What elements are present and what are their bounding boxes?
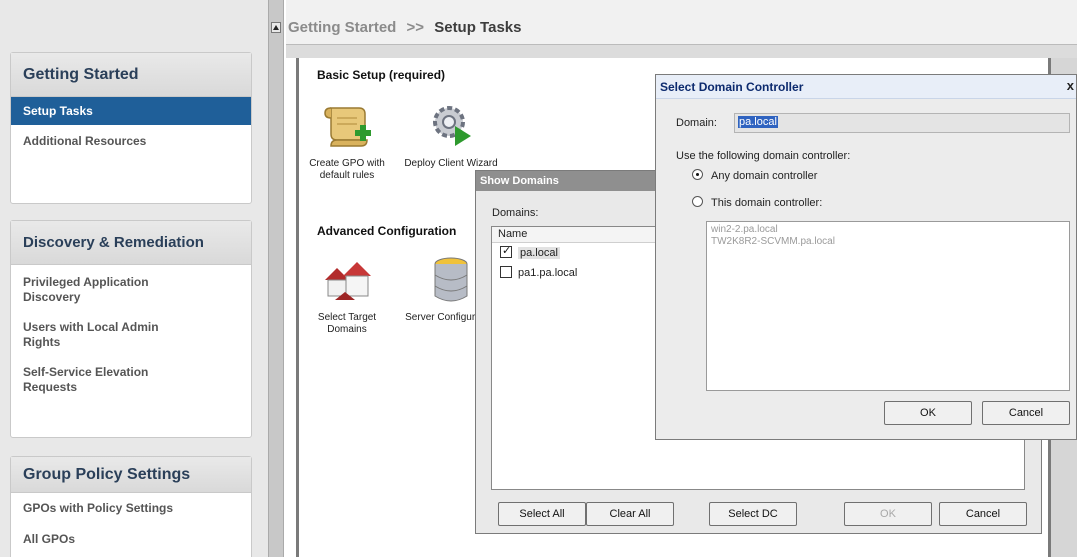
domain-name: pa1.pa.local [518, 267, 578, 279]
sidebar: Getting Started Setup Tasks Additional R… [0, 0, 268, 557]
close-icon[interactable]: x [1067, 78, 1074, 93]
breadcrumb-current: Setup Tasks [434, 19, 522, 36]
domains-label: Domains: [492, 207, 539, 219]
domain-field[interactable]: pa.local [734, 113, 1070, 133]
radio-label: Any domain controller [711, 170, 818, 182]
pane-splitter[interactable] [268, 0, 284, 557]
panel-discovery-remediation: Discovery & Remediation Privileged Appli… [10, 220, 252, 438]
sidebar-item-all-gpos[interactable]: All GPOs [11, 532, 251, 547]
select-all-button[interactable]: Select All [498, 502, 586, 526]
task-label: Create GPO with default rules [309, 158, 385, 181]
panel-title-discovery[interactable]: Discovery & Remediation [11, 221, 251, 265]
breadcrumb-separator: >> [406, 19, 425, 36]
sidebar-item-setup-tasks[interactable]: Setup Tasks [11, 97, 251, 125]
sidebar-item-self-service-elevation[interactable]: Self-Service Elevation Requests [11, 365, 201, 395]
basic-setup-title: Basic Setup (required) [317, 68, 446, 82]
panel-group-policy: Group Policy Settings GPOs with Policy S… [10, 456, 252, 557]
gear-play-icon [433, 106, 471, 146]
database-icon [434, 257, 468, 302]
panel-getting-started: Getting Started Setup Tasks Additional R… [10, 52, 252, 204]
ok-button[interactable]: OK [844, 502, 932, 526]
cancel-button[interactable]: Cancel [939, 502, 1027, 526]
domain-value: pa.local [738, 116, 778, 128]
use-dc-label: Use the following domain controller: [676, 150, 851, 162]
select-dc-titlebar[interactable]: Select Domain Controller [656, 75, 1076, 99]
sidebar-item-additional-resources[interactable]: Additional Resources [11, 134, 251, 149]
panel-title-getting-started[interactable]: Getting Started [11, 53, 251, 97]
ok-button[interactable]: OK [884, 401, 972, 425]
scroll-add-icon [324, 107, 371, 147]
task-deploy-client[interactable]: Deploy Client Wizard [401, 100, 501, 170]
radio-button[interactable] [692, 169, 703, 180]
collapse-arrow-icon[interactable] [271, 22, 281, 33]
clear-all-button[interactable]: Clear All [586, 502, 674, 526]
breadcrumb-parent[interactable]: Getting Started [288, 19, 396, 36]
radio-any-dc[interactable]: Any domain controller [692, 169, 817, 182]
controllers-list[interactable]: win2-2.pa.local TW2K8R2-SCVMM.pa.local [706, 221, 1070, 391]
domain-checkbox[interactable] [500, 244, 512, 258]
select-dc-button[interactable]: Select DC [709, 502, 797, 526]
radio-label: This domain controller: [711, 197, 823, 209]
sidebar-item-gpos-policy-settings[interactable]: GPOs with Policy Settings [11, 501, 251, 516]
domain-name: pa.local [518, 247, 560, 259]
task-label: Deploy Client Wizard [404, 158, 498, 169]
sidebar-item-local-admin-rights[interactable]: Users with Local Admin Rights [11, 320, 201, 350]
domain-checkbox[interactable] [500, 266, 512, 278]
task-label: Select Target Domains [317, 312, 377, 335]
header-divider [286, 44, 1077, 58]
radio-button[interactable] [692, 196, 703, 207]
domain-label: Domain: [676, 117, 717, 129]
panel-title-group-policy[interactable]: Group Policy Settings [11, 457, 251, 493]
list-item[interactable]: TW2K8R2-SCVMM.pa.local [711, 236, 1065, 248]
select-dc-title: Select Domain Controller [660, 80, 804, 94]
breadcrumb: Getting Started >> Setup Tasks [286, 0, 1077, 44]
task-select-target-domains[interactable]: Select Target Domains [297, 254, 397, 336]
task-create-gpo[interactable]: Create GPO with default rules [297, 100, 397, 182]
cancel-button[interactable]: Cancel [982, 401, 1070, 425]
houses-icon [325, 262, 371, 300]
radio-this-dc[interactable]: This domain controller: [692, 196, 822, 209]
list-item[interactable]: win2-2.pa.local [711, 224, 1065, 236]
sidebar-item-privileged-app-discovery[interactable]: Privileged Application Discovery [11, 275, 201, 305]
advanced-config-title: Advanced Configuration [317, 224, 457, 238]
select-domain-controller-dialog: Select Domain Controller x Domain: pa.lo… [655, 74, 1077, 440]
